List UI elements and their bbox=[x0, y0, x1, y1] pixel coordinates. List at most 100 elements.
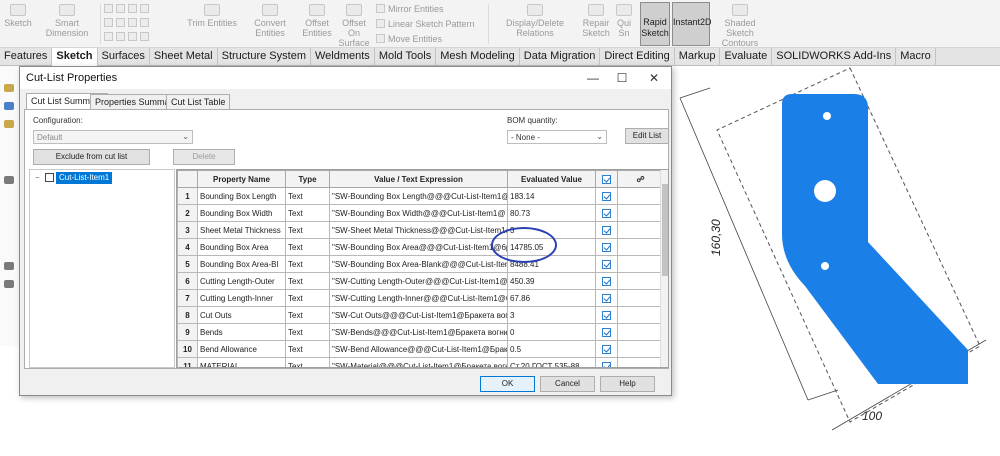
cancel-button[interactable]: Cancel bbox=[540, 376, 595, 392]
tab-features[interactable]: Features bbox=[0, 48, 53, 66]
property-name-cell[interactable]: Sheet Metal Thickness bbox=[197, 221, 286, 239]
tab-structure-system[interactable]: Structure System bbox=[218, 48, 311, 66]
ok-button[interactable]: OK bbox=[480, 376, 535, 392]
shaded-sketch-contours-button[interactable]: Shaded Sketch Contours bbox=[712, 4, 768, 48]
tab-sketch[interactable]: Sketch bbox=[52, 48, 98, 66]
tab-weldments[interactable]: Weldments bbox=[311, 48, 375, 66]
help-button[interactable]: Help bbox=[600, 376, 655, 392]
evaluated-value-cell[interactable]: 0.5 bbox=[507, 340, 596, 358]
offset-entities-button[interactable]: Offset Entities bbox=[302, 4, 332, 38]
type-cell[interactable]: Text bbox=[285, 204, 330, 222]
evaluated-value-cell[interactable]: 183.14 bbox=[507, 187, 596, 205]
table-row[interactable]: 2 Bounding Box Width Text "SW-Bounding Box … bbox=[177, 204, 664, 222]
property-name-cell[interactable]: Bounding Box Width bbox=[197, 204, 286, 222]
include-checkbox-cell[interactable] bbox=[595, 255, 618, 273]
type-cell[interactable]: Text bbox=[285, 306, 330, 324]
property-name-cell[interactable]: Cutting Length-Inner bbox=[197, 289, 286, 307]
linear-sketch-pattern-button[interactable]: Linear Sketch Pattern bbox=[376, 19, 475, 29]
repair-sketch-button[interactable]: Repair Sketch bbox=[582, 4, 610, 38]
evaluated-value-cell[interactable]: 80.73 bbox=[507, 204, 596, 222]
include-checkbox[interactable] bbox=[602, 293, 611, 303]
type-cell[interactable]: Text bbox=[285, 255, 330, 273]
include-checkbox-cell[interactable] bbox=[595, 323, 618, 341]
property-name-cell[interactable]: MATERIAL bbox=[197, 357, 286, 367]
link-cell[interactable] bbox=[617, 238, 664, 256]
type-cell[interactable]: Text bbox=[285, 323, 330, 341]
tab-mold-tools[interactable]: Mold Tools bbox=[375, 48, 437, 66]
link-cell[interactable] bbox=[617, 187, 664, 205]
include-checkbox-cell[interactable] bbox=[595, 289, 618, 307]
tab-data-migration[interactable]: Data Migration bbox=[520, 48, 601, 66]
tree-item-cut-list-item1[interactable]: Cut-List-Item1 bbox=[56, 172, 113, 184]
offset-on-surface-button[interactable]: Offset On Surface bbox=[336, 4, 372, 48]
smart-dimension-button[interactable]: Smart Dimension bbox=[36, 4, 98, 38]
width-dimension-text[interactable]: 100 bbox=[862, 409, 882, 423]
include-checkbox-cell[interactable] bbox=[595, 238, 618, 256]
include-checkbox[interactable] bbox=[602, 259, 611, 269]
type-cell[interactable]: Text bbox=[285, 187, 330, 205]
include-checkbox-cell[interactable] bbox=[595, 187, 618, 205]
link-cell[interactable] bbox=[617, 221, 664, 239]
type-cell[interactable]: Text bbox=[285, 357, 330, 367]
type-cell[interactable]: Text bbox=[285, 238, 330, 256]
value-expression-cell[interactable]: "SW-Sheet Metal Thickness@@@Cut-List-Ite… bbox=[329, 221, 508, 239]
property-name-cell[interactable]: Bounding Box Area-Bl bbox=[197, 255, 286, 273]
evaluated-value-cell[interactable]: Ст.20 ГОСТ 535-88 bbox=[507, 357, 596, 367]
configuration-select[interactable]: Default ⌄ bbox=[33, 130, 193, 144]
display-delete-relations-button[interactable]: Display/Delete Relations bbox=[492, 4, 578, 38]
feature-icon[interactable] bbox=[4, 84, 14, 92]
bom-quantity-select[interactable]: - None - ⌄ bbox=[507, 130, 607, 144]
tab-markup[interactable]: Markup bbox=[675, 48, 721, 66]
tree-expander[interactable]: − bbox=[35, 173, 40, 182]
folder-icon[interactable] bbox=[4, 262, 14, 270]
exclude-from-cut-list-button[interactable]: Exclude from cut list bbox=[33, 149, 150, 165]
delete-button[interactable]: Delete bbox=[173, 149, 235, 165]
graphics-area[interactable]: 160,30 100 bbox=[672, 66, 1000, 456]
type-cell[interactable]: Text bbox=[285, 340, 330, 358]
link-cell[interactable] bbox=[617, 255, 664, 273]
scrollbar-thumb[interactable] bbox=[662, 184, 668, 276]
tab-surfaces[interactable]: Surfaces bbox=[98, 48, 150, 66]
rapid-sketch-button[interactable]: Rapid Sketch bbox=[640, 2, 670, 46]
select-all-checkbox[interactable] bbox=[602, 174, 611, 184]
property-name-cell[interactable]: Bounding Box Length bbox=[197, 187, 286, 205]
value-expression-cell[interactable]: "SW-Bounding Box Length@@@Cut-List-Item1… bbox=[329, 187, 508, 205]
evaluated-value-cell[interactable]: 3 bbox=[507, 306, 596, 324]
column-header-type[interactable]: Type bbox=[285, 170, 330, 188]
include-checkbox[interactable] bbox=[602, 344, 611, 354]
include-checkbox[interactable] bbox=[602, 208, 611, 218]
height-dimension-text[interactable]: 160,30 bbox=[709, 219, 723, 256]
value-expression-cell[interactable]: "SW-Cutting Length-Outer@@@Cut-List-Item… bbox=[329, 272, 508, 290]
minimize-button[interactable]: — bbox=[579, 70, 607, 86]
link-cell[interactable] bbox=[617, 204, 664, 222]
include-checkbox[interactable] bbox=[602, 191, 611, 201]
instant2d-button[interactable]: Instant2D bbox=[672, 2, 712, 46]
sketch-button[interactable]: Sketch bbox=[4, 4, 32, 28]
column-header-property-name[interactable]: Property Name bbox=[197, 170, 286, 188]
grid-scrollbar[interactable] bbox=[660, 170, 668, 367]
column-header-link[interactable]: ☍ bbox=[617, 170, 664, 188]
include-checkbox[interactable] bbox=[602, 225, 611, 235]
value-expression-cell[interactable]: "SW-Bend Allowance@@@Cut-List-Item1@Брак… bbox=[329, 340, 508, 358]
table-row[interactable]: 7 Cutting Length-Inner Text "SW-Cutting Len… bbox=[177, 289, 664, 307]
link-cell[interactable] bbox=[617, 272, 664, 290]
folder-icon[interactable] bbox=[4, 176, 14, 184]
include-checkbox[interactable] bbox=[602, 361, 611, 367]
quick-snaps-button[interactable]: Qui Sn bbox=[614, 4, 634, 38]
line-tools[interactable] bbox=[104, 4, 152, 14]
tab-cut-list-table[interactable]: Cut List Table bbox=[166, 94, 231, 109]
value-expression-cell[interactable]: "SW-Bounding Box Area@@@Cut-List-Item1@6… bbox=[329, 238, 508, 256]
rectangle-tools[interactable] bbox=[104, 18, 152, 28]
value-expression-cell[interactable]: "SW-Bounding Box Width@@@Cut-List-Item1@ bbox=[329, 204, 508, 222]
table-row[interactable]: 1 Bounding Box Length Text "SW-Bounding Box… bbox=[177, 187, 664, 205]
tab-solidworks-addins[interactable]: SOLIDWORKS Add-Ins bbox=[772, 48, 897, 66]
include-checkbox-cell[interactable] bbox=[595, 357, 618, 367]
include-checkbox-cell[interactable] bbox=[595, 340, 618, 358]
table-row[interactable]: 8 Cut Outs Text "SW-Cut Outs@@@Cut-List-Ite… bbox=[177, 306, 664, 324]
link-cell[interactable] bbox=[617, 289, 664, 307]
link-cell[interactable] bbox=[617, 306, 664, 324]
link-cell[interactable] bbox=[617, 323, 664, 341]
property-name-cell[interactable]: Bounding Box Area bbox=[197, 238, 286, 256]
include-checkbox-cell[interactable] bbox=[595, 306, 618, 324]
type-cell[interactable]: Text bbox=[285, 221, 330, 239]
